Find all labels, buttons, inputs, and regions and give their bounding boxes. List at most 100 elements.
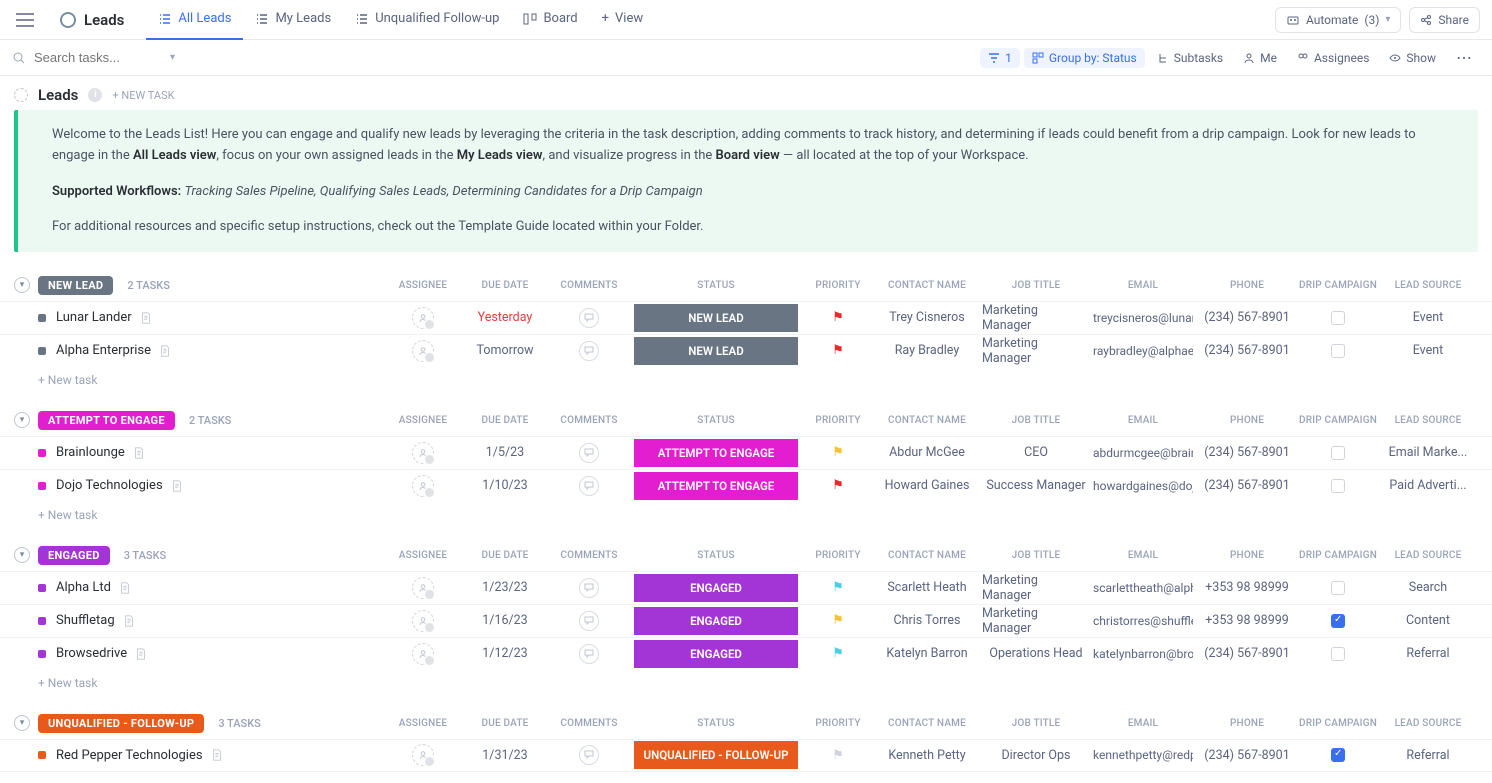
priority-cell[interactable]: ⚑ xyxy=(804,748,872,763)
task-row[interactable]: Lunar Lander Yesterday NEW LEAD ⚑ Trey C… xyxy=(0,301,1492,334)
column-header[interactable]: PRIORITY xyxy=(804,415,872,426)
flag-icon[interactable]: ⚑ xyxy=(832,343,844,358)
email-cell[interactable]: howardgaines@dojot xyxy=(1090,479,1196,493)
column-header[interactable]: ASSIGNEE xyxy=(386,718,460,729)
flag-icon[interactable]: ⚑ xyxy=(832,310,844,325)
group-status-badge[interactable]: UNQUALIFIED - FOLLOW-UP xyxy=(38,714,204,733)
tab-all-leads[interactable]: All Leads xyxy=(146,0,243,40)
status-bullet[interactable] xyxy=(38,314,46,322)
new-task-button[interactable]: + NEW TASK xyxy=(112,89,174,102)
priority-cell[interactable]: ⚑ xyxy=(804,478,872,493)
search-input[interactable]: ▾ xyxy=(12,50,175,65)
phone-cell[interactable]: (234) 567-8901 xyxy=(1196,445,1298,460)
column-header[interactable]: COMMENTS xyxy=(550,280,628,291)
description-icon[interactable] xyxy=(119,582,131,594)
job-title-cell[interactable]: Marketing Manager xyxy=(982,606,1090,636)
contact-cell[interactable]: Scarlett Heath xyxy=(872,580,982,595)
job-title-cell[interactable]: CEO xyxy=(982,445,1090,460)
show-chip[interactable]: Show xyxy=(1381,48,1444,68)
info-icon[interactable]: i xyxy=(88,88,102,102)
comments-cell[interactable] xyxy=(550,745,628,765)
tab-board[interactable]: Board xyxy=(511,0,589,40)
column-header[interactable]: PRIORITY xyxy=(804,718,872,729)
column-header[interactable]: EMAIL xyxy=(1090,415,1196,426)
column-header[interactable]: DUE DATE xyxy=(460,550,550,561)
job-title-cell[interactable]: Operations Head xyxy=(982,646,1090,661)
checkbox[interactable] xyxy=(1331,311,1345,325)
contact-cell[interactable]: Ray Bradley xyxy=(872,343,982,358)
source-cell[interactable]: Search xyxy=(1378,580,1478,595)
task-row[interactable]: Shuffletag 1/16/23 ENGAGED ⚑ Chris Torre… xyxy=(0,604,1492,637)
status-bullet[interactable] xyxy=(38,482,46,490)
collapse-icon[interactable]: ▾ xyxy=(14,412,30,428)
column-header[interactable]: STATUS xyxy=(628,415,804,426)
comments-cell[interactable] xyxy=(550,443,628,463)
email-cell[interactable]: kennethpetty@redpe xyxy=(1090,748,1196,762)
column-header[interactable]: ASSIGNEE xyxy=(386,415,460,426)
flag-icon[interactable]: ⚑ xyxy=(832,748,844,763)
checkbox[interactable] xyxy=(1331,647,1345,661)
status-cell[interactable]: ENGAGED xyxy=(628,640,804,668)
column-header[interactable]: STATUS xyxy=(628,550,804,561)
drip-cell[interactable] xyxy=(1298,446,1378,460)
new-task-button[interactable]: + New task xyxy=(0,367,1492,387)
task-row[interactable]: Brainlounge 1/5/23 ATTEMPT TO ENGAGE ⚑ A… xyxy=(0,436,1492,469)
due-date-cell[interactable]: Yesterday xyxy=(460,310,550,325)
status-bullet[interactable] xyxy=(38,347,46,355)
tab-add-view[interactable]: + View xyxy=(590,0,656,40)
column-header[interactable]: LEAD SOURCE xyxy=(1378,280,1478,291)
contact-cell[interactable]: Chris Torres xyxy=(872,613,982,628)
checkbox[interactable] xyxy=(1331,479,1345,493)
comments-cell[interactable] xyxy=(550,341,628,361)
status-cell[interactable]: NEW LEAD xyxy=(628,337,804,365)
task-name[interactable]: Browsedrive xyxy=(56,646,386,661)
checkbox[interactable] xyxy=(1331,344,1345,358)
column-header[interactable]: JOB TITLE xyxy=(982,718,1090,729)
column-header[interactable]: DUE DATE xyxy=(460,280,550,291)
group-status-badge[interactable]: ENGAGED xyxy=(38,546,110,565)
menu-icon[interactable] xyxy=(12,7,38,33)
new-task-button[interactable]: + New task xyxy=(0,670,1492,690)
description-icon[interactable] xyxy=(133,447,145,459)
source-cell[interactable]: Content xyxy=(1378,613,1478,628)
job-title-cell[interactable]: Director Ops xyxy=(982,748,1090,763)
tab-my-leads[interactable]: My Leads xyxy=(243,0,343,40)
source-cell[interactable]: Event xyxy=(1378,310,1478,325)
status-cell[interactable]: ATTEMPT TO ENGAGE xyxy=(628,472,804,500)
description-icon[interactable] xyxy=(211,749,223,761)
checkbox[interactable] xyxy=(1331,581,1345,595)
phone-cell[interactable]: (234) 567-8901 xyxy=(1196,310,1298,325)
contact-cell[interactable]: Katelyn Barron xyxy=(872,646,982,661)
groupby-chip[interactable]: Group by: Status xyxy=(1024,48,1145,68)
assignee-cell[interactable] xyxy=(386,577,460,599)
column-header[interactable]: EMAIL xyxy=(1090,718,1196,729)
column-header[interactable]: DRIP CAMPAIGN xyxy=(1298,550,1378,561)
checkbox[interactable] xyxy=(1331,748,1345,762)
status-bullet[interactable] xyxy=(38,617,46,625)
column-header[interactable]: PRIORITY xyxy=(804,550,872,561)
column-header[interactable]: EMAIL xyxy=(1090,280,1196,291)
column-header[interactable]: ASSIGNEE xyxy=(386,280,460,291)
task-row[interactable]: Dojo Technologies 1/10/23 ATTEMPT TO ENG… xyxy=(0,469,1492,502)
priority-cell[interactable]: ⚑ xyxy=(804,445,872,460)
subtasks-chip[interactable]: Subtasks xyxy=(1149,48,1231,68)
drip-cell[interactable] xyxy=(1298,479,1378,493)
description-icon[interactable] xyxy=(135,648,147,660)
column-header[interactable]: LEAD SOURCE xyxy=(1378,718,1478,729)
task-name[interactable]: Alpha Enterprise xyxy=(56,343,386,358)
phone-cell[interactable]: +353 98 98999 xyxy=(1196,613,1298,628)
task-name[interactable]: Alpha Ltd xyxy=(56,580,386,595)
due-date-cell[interactable]: 1/16/23 xyxy=(460,613,550,628)
column-header[interactable]: DRIP CAMPAIGN xyxy=(1298,280,1378,291)
column-header[interactable]: CONTACT NAME xyxy=(872,550,982,561)
column-header[interactable]: EMAIL xyxy=(1090,550,1196,561)
assignee-cell[interactable] xyxy=(386,610,460,632)
job-title-cell[interactable]: Marketing Manager xyxy=(982,573,1090,603)
column-header[interactable]: STATUS xyxy=(628,280,804,291)
status-cell[interactable]: ENGAGED xyxy=(628,607,804,635)
automate-button[interactable]: Automate (3) ▾ xyxy=(1275,7,1401,33)
source-cell[interactable]: Event xyxy=(1378,343,1478,358)
description-icon[interactable] xyxy=(171,480,183,492)
assignee-cell[interactable] xyxy=(386,442,460,464)
description-icon[interactable] xyxy=(159,345,171,357)
